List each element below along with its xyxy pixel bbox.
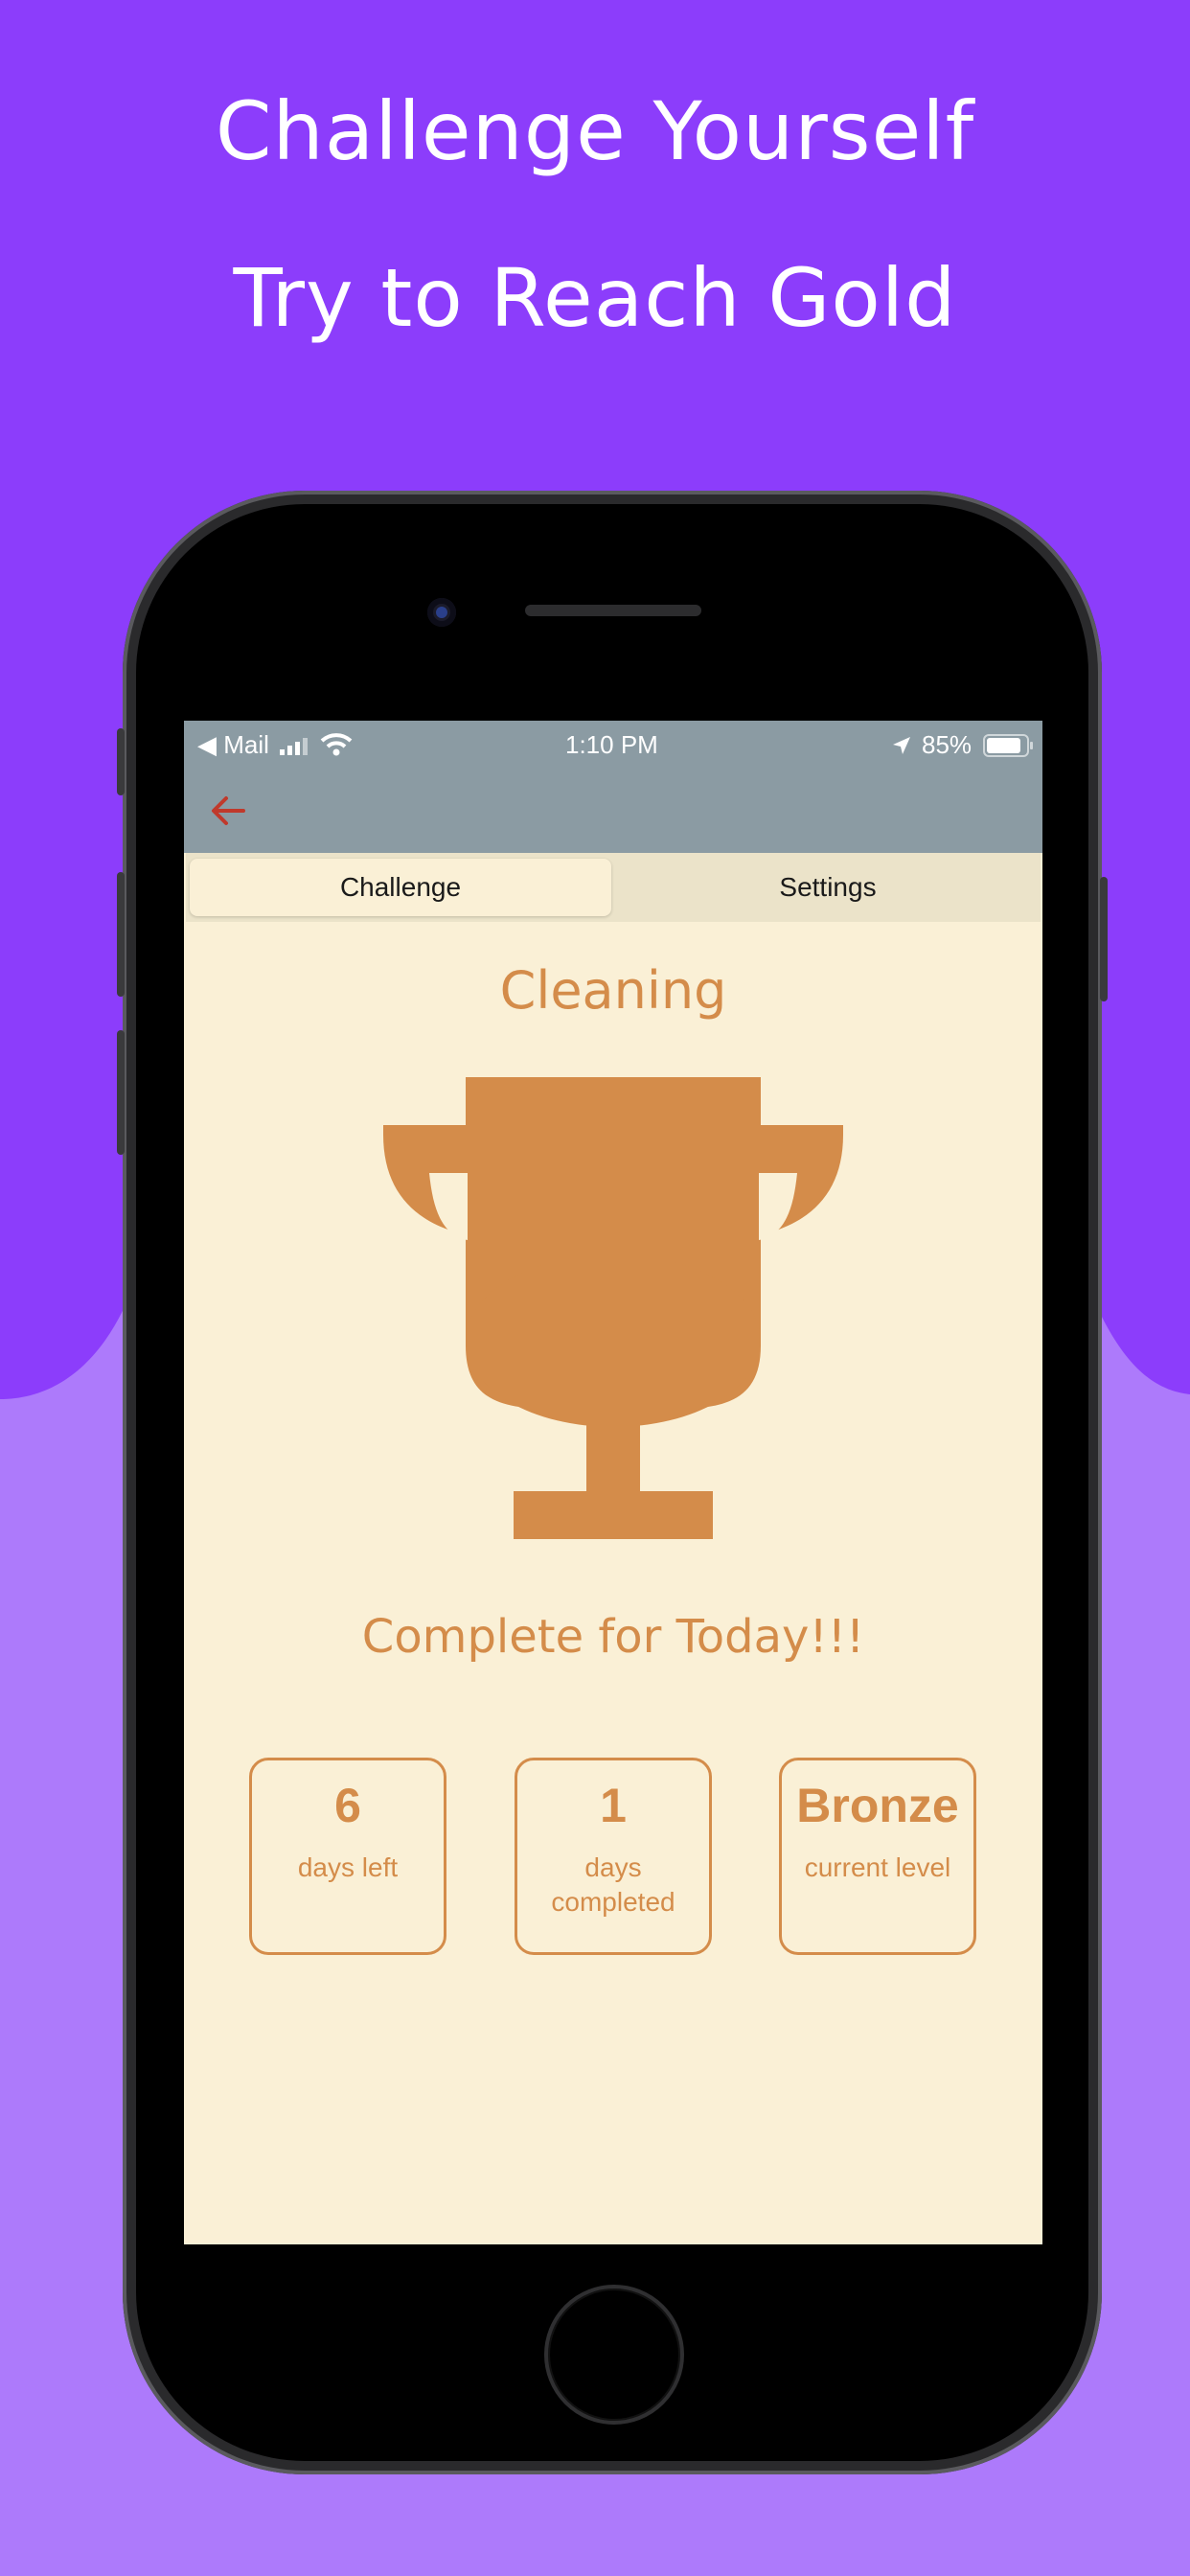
app-screen: ◀ Mail 1:10 PM 85% Challenge Settings Cl… xyxy=(184,721,1042,2244)
status-time: 1:10 PM xyxy=(565,730,658,759)
tab-challenge[interactable]: Challenge xyxy=(190,859,611,916)
home-button[interactable] xyxy=(544,2285,684,2425)
status-bar: ◀ Mail 1:10 PM 85% xyxy=(184,721,1042,853)
stat-label: days completed xyxy=(551,1852,675,1917)
stat-label: current level xyxy=(804,1852,951,1882)
front-camera xyxy=(427,598,456,627)
completion-message: Complete for Today!!! xyxy=(361,1610,865,1664)
trophy-icon xyxy=(383,1077,843,1539)
segmented-control: Challenge Settings xyxy=(186,853,1041,922)
phone-mute-switch xyxy=(117,728,125,795)
earpiece-speaker xyxy=(525,605,701,616)
wifi-icon xyxy=(320,733,353,756)
stat-value: 1 xyxy=(600,1779,627,1832)
battery-icon xyxy=(983,734,1033,757)
headline-subtitle: Try to Reach Gold xyxy=(233,251,957,345)
signal-icon xyxy=(280,738,308,755)
stat-value: Bronze xyxy=(796,1779,959,1832)
arrow-left-icon[interactable] xyxy=(207,790,249,832)
status-battery-percent: 85% xyxy=(922,730,973,759)
stat-days-left: 6 days left xyxy=(249,1758,446,1955)
phone-volume-up xyxy=(117,872,125,997)
stat-current-level: Bronze current level xyxy=(779,1758,976,1955)
stat-value: 6 xyxy=(334,1779,361,1832)
status-carrier: ◀ Mail xyxy=(197,730,269,759)
headline-title: Challenge Yourself xyxy=(215,84,975,178)
phone-power-button xyxy=(1100,877,1108,1001)
stat-days-completed: 1 days completed xyxy=(515,1758,712,1955)
challenge-title: Cleaning xyxy=(499,960,727,1021)
tab-settings[interactable]: Settings xyxy=(619,859,1037,916)
location-arrow-icon xyxy=(893,737,910,754)
phone-volume-down xyxy=(117,1030,125,1155)
stat-label: days left xyxy=(297,1852,399,1882)
